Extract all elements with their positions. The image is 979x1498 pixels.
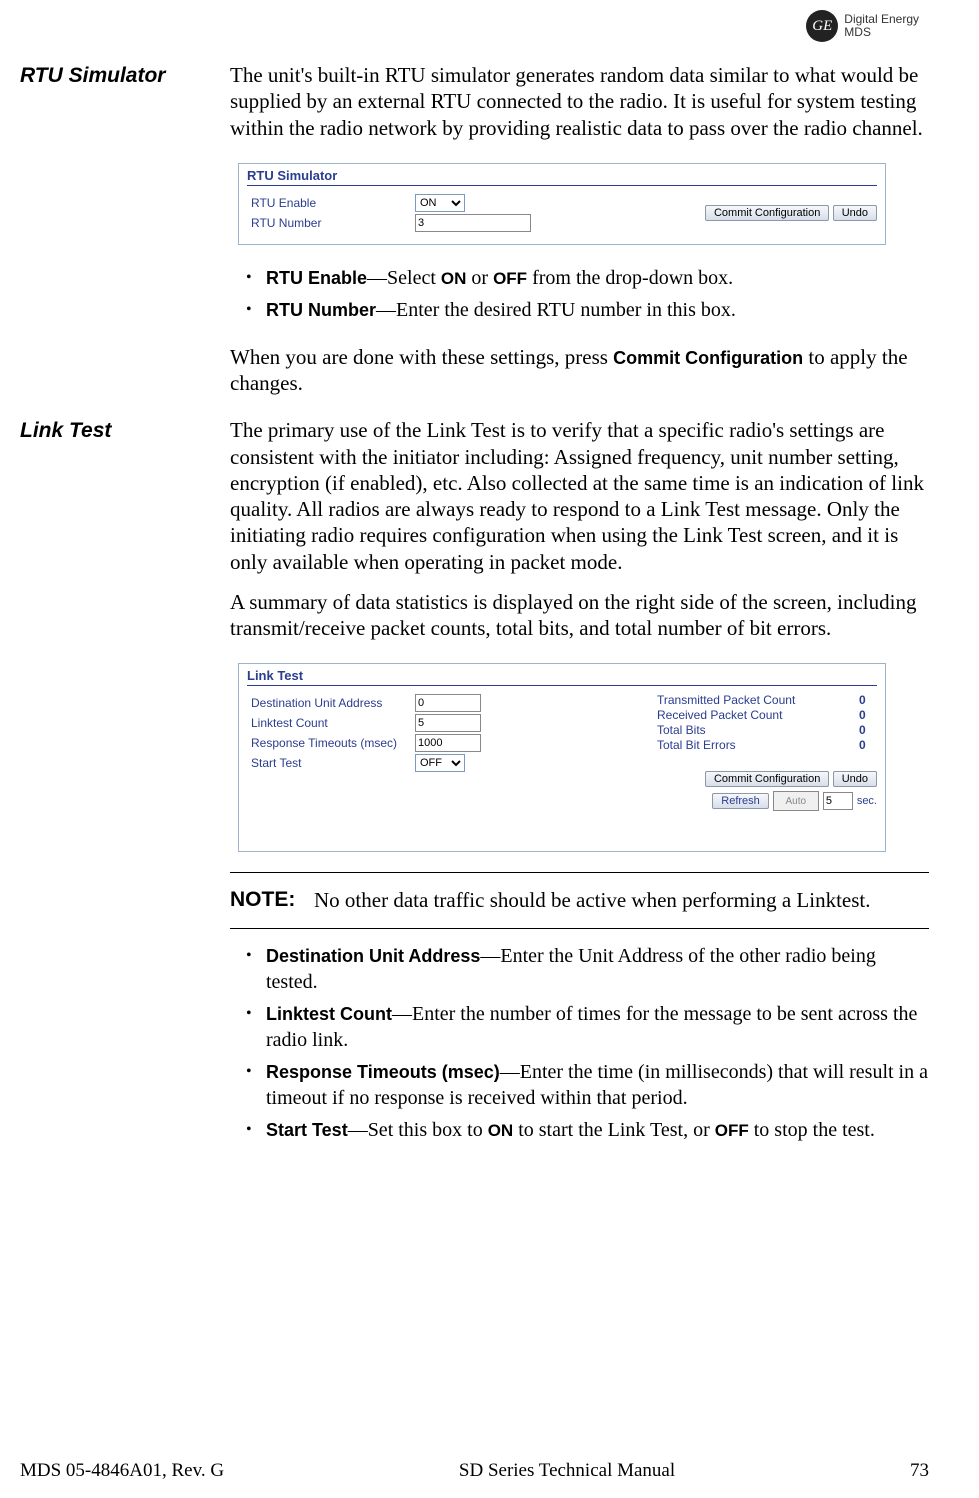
count-label: Linktest Count xyxy=(251,716,415,730)
note-rule-bottom xyxy=(230,928,929,929)
link-bullet-list: Destination Unit Address—Enter the Unit … xyxy=(230,943,929,1143)
stat-bits-label: Total Bits xyxy=(657,723,706,737)
timeout-input[interactable] xyxy=(415,734,481,752)
count-input[interactable] xyxy=(415,714,481,732)
stat-rx-value: 0 xyxy=(859,708,877,722)
stat-err-value: 0 xyxy=(859,738,877,752)
rtu-intro: The unit's built-in RTU simulator genera… xyxy=(230,62,929,141)
stat-rx-label: Received Packet Count xyxy=(657,708,782,722)
rtu-bullet-list: RTU Enable—Select ON or OFF from the dro… xyxy=(230,265,929,323)
dest-input[interactable] xyxy=(415,694,481,712)
link-panel-title: Link Test xyxy=(239,664,885,683)
page-footer: MDS 05-4846A01, Rev. G SD Series Technic… xyxy=(20,1460,929,1482)
dest-label: Destination Unit Address xyxy=(251,696,415,710)
auto-box xyxy=(773,791,819,811)
footer-right: 73 xyxy=(910,1460,929,1482)
ge-logo-icon: GE xyxy=(806,10,838,42)
footer-center: SD Series Technical Manual xyxy=(459,1460,675,1482)
link-bullet-count: Linktest Count—Enter the number of times… xyxy=(266,1001,929,1053)
rtu-enable-label: RTU Enable xyxy=(251,196,415,210)
start-select[interactable]: OFF xyxy=(415,754,465,772)
stat-tx-label: Transmitted Packet Count xyxy=(657,693,795,707)
page-header: GE Digital Energy MDS xyxy=(20,10,929,42)
rtu-number-input[interactable] xyxy=(415,214,531,232)
link-bullet-start: Start Test—Set this box to ON to start t… xyxy=(266,1117,929,1143)
rtu-number-label: RTU Number xyxy=(251,216,415,230)
link-heading: Link Test xyxy=(20,417,230,443)
link-para2: A summary of data statistics is displaye… xyxy=(230,589,929,642)
link-test-panel: Link Test Destination Unit Address Linkt… xyxy=(238,663,886,852)
brand-text: Digital Energy MDS xyxy=(844,13,919,39)
footer-left: MDS 05-4846A01, Rev. G xyxy=(20,1460,224,1482)
sec-unit: sec. xyxy=(857,795,877,807)
link-bullet-dest: Destination Unit Address—Enter the Unit … xyxy=(266,943,929,995)
rtu-done-para: When you are done with these settings, p… xyxy=(230,344,929,397)
stat-bits-value: 0 xyxy=(859,723,877,737)
note-block: NOTE: No other data traffic should be ac… xyxy=(230,887,929,913)
note-label: NOTE: xyxy=(230,887,314,913)
rtu-heading: RTU Simulator xyxy=(20,62,230,88)
timeout-label: Response Timeouts (msec) xyxy=(251,736,415,750)
rtu-undo-button[interactable]: Undo xyxy=(833,205,877,221)
sec-input[interactable] xyxy=(823,792,853,810)
start-label: Start Test xyxy=(251,756,415,770)
rtu-simulator-panel: RTU Simulator RTU Enable ON RTU Number xyxy=(238,163,886,245)
rtu-enable-select[interactable]: ON xyxy=(415,194,465,212)
rtu-bullet-enable: RTU Enable—Select ON or OFF from the dro… xyxy=(266,265,929,291)
note-text: No other data traffic should be active w… xyxy=(314,887,871,913)
brand-line2: MDS xyxy=(844,26,919,39)
link-commit-button[interactable]: Commit Configuration xyxy=(705,771,829,787)
refresh-button[interactable]: Refresh xyxy=(712,793,769,809)
rtu-commit-button[interactable]: Commit Configuration xyxy=(705,205,829,221)
rtu-panel-title: RTU Simulator xyxy=(239,164,885,183)
stat-err-label: Total Bit Errors xyxy=(657,738,736,752)
link-bullet-timeout: Response Timeouts (msec)—Enter the time … xyxy=(266,1059,929,1111)
rtu-b1-label: RTU Enable xyxy=(266,268,367,288)
rtu-b2-label: RTU Number xyxy=(266,300,376,320)
rtu-bullet-number: RTU Number—Enter the desired RTU number … xyxy=(266,297,929,323)
link-para1: The primary use of the Link Test is to v… xyxy=(230,417,929,575)
link-undo-button[interactable]: Undo xyxy=(833,771,877,787)
stats-grid: Transmitted Packet Count 0 Received Packe… xyxy=(657,692,877,753)
stat-tx-value: 0 xyxy=(859,693,877,707)
note-rule-top xyxy=(230,872,929,873)
